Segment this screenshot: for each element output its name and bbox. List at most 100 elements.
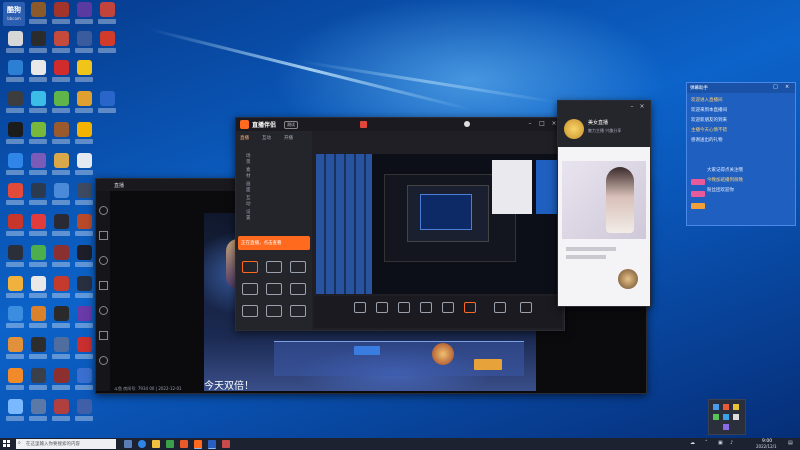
app-icon-t[interactable] <box>4 183 26 205</box>
game-confirm-button[interactable] <box>474 359 502 370</box>
taskbar-search-box[interactable]: ⌕ 在这里输入你要搜索的内容 <box>16 439 116 449</box>
obs-tab[interactable]: 直播 <box>240 135 249 141</box>
game-icon-1[interactable] <box>27 2 49 24</box>
side-tool-icon[interactable] <box>99 306 108 315</box>
app-icon-m[interactable] <box>96 91 118 113</box>
image-icon[interactable] <box>442 302 454 313</box>
app-icon-ar[interactable] <box>50 368 72 390</box>
app-icon-n[interactable] <box>27 122 49 144</box>
volume-icon[interactable] <box>464 302 476 313</box>
app-icon-v[interactable] <box>50 183 72 205</box>
streaming-taskbar-icon[interactable] <box>194 440 202 449</box>
obs-side-item[interactable]: 场景 <box>246 153 251 165</box>
player-taskbar-icon[interactable] <box>208 440 216 449</box>
app-icon-at[interactable] <box>4 399 26 421</box>
danmaku-titlebar[interactable]: 弹幕助手 □ × <box>687 83 795 93</box>
obs-tab[interactable]: 开播 <box>284 135 293 141</box>
tool-icon[interactable] <box>266 261 282 273</box>
streaming-companion-window[interactable]: 直播伴侣 测试 – □ × 直播 互动 开播 场景 素材 画面 互动 设置 正在… <box>235 117 565 331</box>
app-icon-au[interactable] <box>27 399 49 421</box>
obs-titlebar[interactable]: 直播伴侣 测试 – □ × <box>236 118 564 131</box>
tool-icon[interactable] <box>266 283 282 295</box>
game-blue-button[interactable] <box>354 346 380 355</box>
side-tool-icon[interactable] <box>99 206 108 215</box>
side-tool-icon[interactable] <box>99 356 108 365</box>
app-icon-s[interactable] <box>73 153 95 175</box>
task-view-icon[interactable] <box>124 440 132 448</box>
steam-icon[interactable] <box>4 245 26 267</box>
settings-gear-icon[interactable] <box>494 302 506 313</box>
speaker-icon[interactable]: ♪ <box>730 440 733 446</box>
app-icon-r[interactable] <box>50 153 72 175</box>
app-icon-aw[interactable] <box>73 399 95 421</box>
tool-icon[interactable] <box>242 261 258 273</box>
obs-side-item[interactable]: 设置 <box>246 209 251 221</box>
network-icon[interactable]: ▣ <box>718 440 723 446</box>
app-icon-ak[interactable] <box>73 306 95 328</box>
tray-app-icon[interactable] <box>723 414 729 420</box>
app-icon-g[interactable] <box>50 60 72 82</box>
app-icon-aa[interactable] <box>27 245 49 267</box>
app-icon-al[interactable] <box>4 337 26 359</box>
tool-icon[interactable] <box>242 283 258 295</box>
streamer-avatar[interactable] <box>564 119 584 139</box>
app-icon-i[interactable] <box>4 91 26 113</box>
notification-center-icon[interactable]: ▤ <box>788 440 793 446</box>
user-avatar[interactable] <box>464 121 470 127</box>
tray-app-icon[interactable] <box>723 424 729 430</box>
red-app-icon[interactable] <box>96 2 118 24</box>
obs-side-item[interactable]: 素材 <box>246 167 251 179</box>
minimize-icon[interactable]: – <box>526 120 534 128</box>
app-icon-ao[interactable] <box>73 337 95 359</box>
app-icon-av[interactable] <box>50 399 72 421</box>
side-tool-icon[interactable] <box>99 231 108 240</box>
tool-icon[interactable] <box>242 305 258 317</box>
tool-icon[interactable] <box>290 261 306 273</box>
danmaku-panel[interactable]: 弹幕助手 □ × 欢迎进入直播间 欢迎来到本直播间 欢迎新朋友的到来 主播今天心情不错… <box>686 82 796 226</box>
close-icon[interactable]: × <box>785 84 789 90</box>
app-icon-a[interactable] <box>4 31 26 53</box>
app-icon-j[interactable] <box>27 91 49 113</box>
app-icon-af[interactable] <box>50 276 72 298</box>
window-capture-icon[interactable] <box>398 302 410 313</box>
live-notice-banner[interactable]: 正在直播，点击查看 <box>238 236 310 250</box>
app-icon-z[interactable] <box>73 214 95 236</box>
side-tool-icon[interactable] <box>99 331 108 340</box>
side-tool-icon[interactable] <box>99 281 108 290</box>
app-icon-ah[interactable] <box>4 306 26 328</box>
obs-side-item[interactable]: 互动 <box>246 195 251 207</box>
app-icon-k[interactable] <box>50 91 72 113</box>
wechat-taskbar-icon[interactable] <box>166 440 174 448</box>
game-capture-icon[interactable] <box>420 302 432 313</box>
app-icon-f[interactable] <box>4 60 26 82</box>
epic-icon[interactable] <box>4 122 26 144</box>
qq-icon[interactable] <box>27 60 49 82</box>
windows-start-icon[interactable] <box>3 440 11 448</box>
tray-app-icon[interactable] <box>733 414 739 420</box>
screen-share-icon[interactable] <box>354 302 366 313</box>
app-icon-c[interactable] <box>50 31 72 53</box>
app-icon-as[interactable] <box>73 368 95 390</box>
app-icon-y[interactable] <box>50 214 72 236</box>
app-icon-ae[interactable] <box>27 276 49 298</box>
app-taskbar-icon[interactable] <box>180 440 188 448</box>
tray-up-arrow-icon[interactable]: ˄ <box>705 440 708 446</box>
app-icon-o[interactable] <box>50 122 72 144</box>
app-icon-x[interactable] <box>4 214 26 236</box>
minimize-icon[interactable]: – <box>628 103 636 111</box>
game-icon-2[interactable] <box>50 2 72 24</box>
app-icon-ac[interactable] <box>73 245 95 267</box>
side-tool-icon[interactable] <box>99 256 108 265</box>
edge-taskbar-icon[interactable] <box>138 440 146 448</box>
app-icon-u[interactable] <box>27 183 49 205</box>
app-icon-e[interactable] <box>96 31 118 53</box>
tray-overflow-popup[interactable] <box>708 399 746 435</box>
app-icon-ap[interactable] <box>4 368 26 390</box>
app-icon-l[interactable] <box>73 91 95 113</box>
app-icon-aq[interactable] <box>27 368 49 390</box>
tray-app-icon[interactable] <box>733 404 739 410</box>
kugou-logo[interactable]: 酷狗 bbcom <box>3 2 25 26</box>
game-icon-3[interactable] <box>73 2 95 24</box>
app-icon-b[interactable] <box>27 31 49 53</box>
weather-icon[interactable]: ☁ <box>690 440 695 446</box>
